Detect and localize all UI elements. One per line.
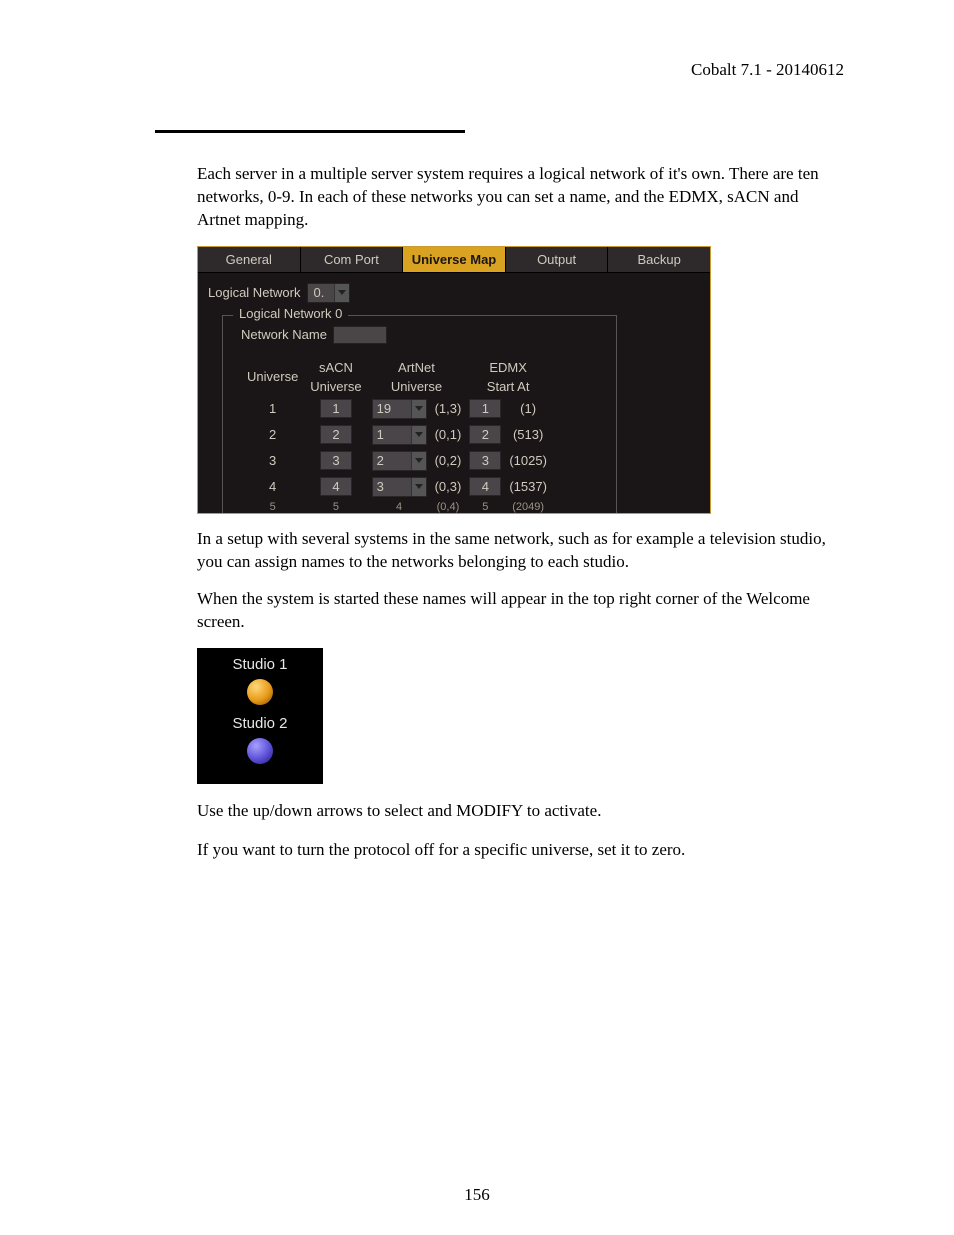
edmx-input[interactable]: 1 [469, 399, 501, 418]
page-header-right: Cobalt 7.1 - 20140612 [155, 60, 844, 80]
cell-universe: 5 [241, 500, 304, 513]
edmx-start: (1537) [505, 474, 551, 500]
sacn-value: 5 [304, 500, 367, 513]
logical-network-fieldset: Logical Network 0 Network Name Universe … [222, 315, 617, 513]
edmx-input[interactable]: 2 [469, 425, 501, 444]
artnet-select[interactable]: 3 [372, 477, 427, 497]
edmx-value: 5 [465, 500, 505, 513]
network-name-label: Network Name [241, 327, 327, 342]
table-row: 3 3 2 (0,2) 3 (1025) [241, 448, 551, 474]
studio-1-label: Studio 1 [197, 656, 323, 673]
table-row: 2 2 1 (0,1) 2 (513) [241, 422, 551, 448]
page-number: 156 [0, 1185, 954, 1205]
edmx-start: (1025) [505, 448, 551, 474]
col-artnet-2: Universe [368, 377, 466, 396]
artnet-pair: (0,3) [431, 474, 466, 500]
sacn-input[interactable]: 2 [320, 425, 352, 444]
artnet-pair: (0,1) [431, 422, 466, 448]
cell-universe: 3 [241, 448, 304, 474]
universe-table: Universe sACN ArtNet EDMX Universe Unive… [241, 358, 551, 513]
chevron-down-icon[interactable] [411, 452, 426, 470]
network-name-input[interactable] [333, 326, 387, 344]
logical-network-value: 0. [308, 285, 335, 300]
paragraph: If you want to turn the protocol off for… [197, 839, 864, 862]
cell-universe: 4 [241, 474, 304, 500]
artnet-select[interactable]: 2 [372, 451, 427, 471]
logical-network-select[interactable]: 0. [307, 283, 351, 303]
col-sacn-1: sACN [304, 358, 367, 377]
artnet-pair: (0,4) [431, 500, 466, 513]
tab-backup[interactable]: Backup [608, 247, 710, 273]
edmx-input[interactable]: 3 [469, 451, 501, 470]
chevron-down-icon[interactable] [411, 426, 426, 444]
logical-network-label: Logical Network [208, 285, 301, 300]
edmx-start: (513) [505, 422, 551, 448]
tab-row: General Com Port Universe Map Output Bac… [198, 247, 710, 273]
artnet-pair: (0,2) [431, 448, 466, 474]
artnet-value: 2 [373, 453, 411, 468]
edmx-start: (1) [505, 396, 551, 422]
tab-general[interactable]: General [198, 247, 301, 273]
studio-2-dot-icon [247, 738, 273, 764]
col-edmx-1: EDMX [465, 358, 551, 377]
edmx-start: (2049) [505, 500, 551, 513]
tab-universe-map[interactable]: Universe Map [403, 247, 506, 273]
table-header-row-1: Universe sACN ArtNet EDMX [241, 358, 551, 377]
chevron-down-icon[interactable] [411, 400, 426, 418]
col-sacn-2: Universe [304, 377, 367, 396]
artnet-select[interactable]: 19 [372, 399, 427, 419]
artnet-value: 3 [373, 479, 411, 494]
col-universe: Universe [241, 358, 304, 396]
paragraph: In a setup with several systems in the s… [197, 528, 864, 574]
artnet-value: 1 [373, 427, 411, 442]
edmx-input[interactable]: 4 [469, 477, 501, 496]
cell-universe: 1 [241, 396, 304, 422]
artnet-pair: (1,3) [431, 396, 466, 422]
tab-com-port[interactable]: Com Port [301, 247, 404, 273]
artnet-select[interactable]: 1 [372, 425, 427, 445]
tab-output[interactable]: Output [506, 247, 609, 273]
fieldset-legend: Logical Network 0 [233, 306, 348, 321]
artnet-value: 19 [373, 401, 411, 416]
table-row: 1 1 19 (1,3) 1 (1) [241, 396, 551, 422]
col-artnet-1: ArtNet [368, 358, 466, 377]
artnet-value: 4 [368, 500, 431, 513]
universe-map-panel: General Com Port Universe Map Output Bac… [197, 246, 711, 514]
chevron-down-icon[interactable] [334, 284, 349, 302]
studio-list-panel: Studio 1 Studio 2 [197, 648, 323, 784]
paragraph: Use the up/down arrows to select and MOD… [197, 800, 864, 823]
sacn-input[interactable]: 4 [320, 477, 352, 496]
cell-universe: 2 [241, 422, 304, 448]
table-row-cut: 5 5 4 (0,4) 5 (2049) [241, 500, 551, 513]
table-row: 4 4 3 (0,3) 4 (1537) [241, 474, 551, 500]
intro-paragraph: Each server in a multiple server system … [197, 163, 864, 232]
chevron-down-icon[interactable] [411, 478, 426, 496]
sacn-input[interactable]: 3 [320, 451, 352, 470]
studio-1-dot-icon [247, 679, 273, 705]
paragraph: When the system is started these names w… [197, 588, 864, 634]
col-edmx-2: Start At [465, 377, 551, 396]
sacn-input[interactable]: 1 [320, 399, 352, 418]
studio-2-label: Studio 2 [197, 715, 323, 732]
section-rule [155, 130, 465, 133]
